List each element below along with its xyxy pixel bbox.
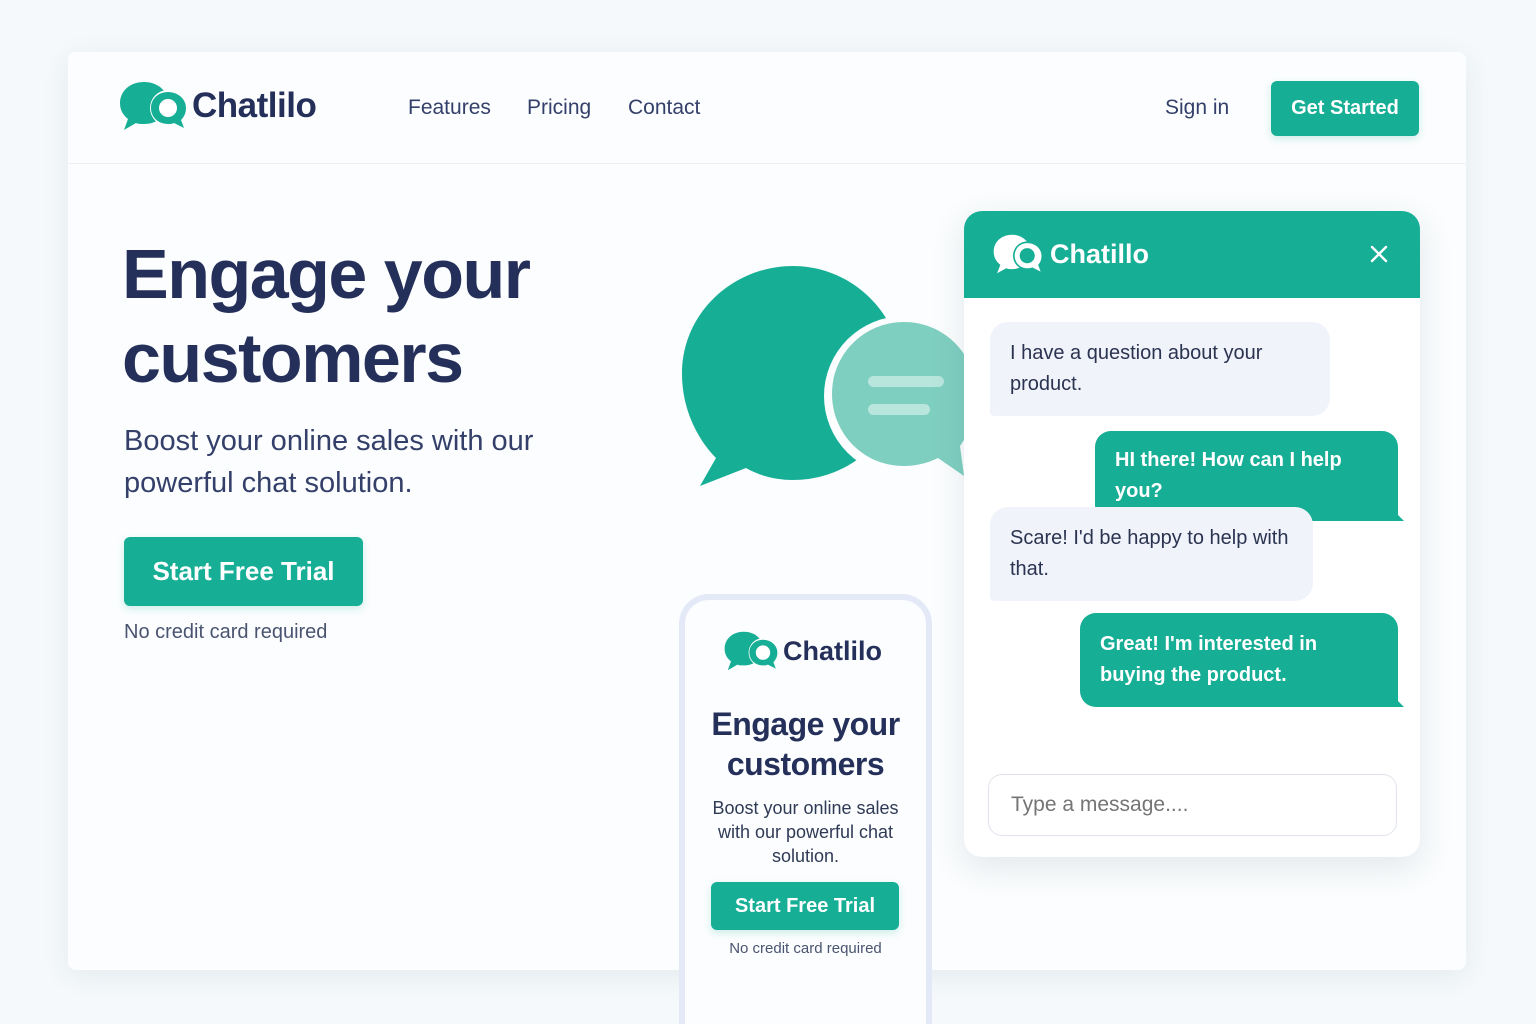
chat-logo-icon [120, 82, 186, 130]
chat-bubbles-icon [682, 266, 984, 486]
phone-hero-title: Engage your customers [711, 706, 900, 782]
start-free-trial-button[interactable]: Start Free Trial [124, 537, 363, 606]
phone-start-free-trial-button[interactable]: Start Free Trial [711, 882, 899, 930]
nav-link-features[interactable]: Features [408, 96, 491, 120]
phone-mockup: Chatlilo Engage your customers Boost you… [679, 594, 932, 1024]
brand-name: Chatlilo [192, 86, 317, 125]
nav-link-contact[interactable]: Contact [628, 96, 700, 120]
chat-widget: Chatillo I have a question about your pr… [964, 211, 1420, 857]
brand-logo[interactable]: Chatlilo [118, 80, 317, 132]
chat-logo-icon [993, 234, 1042, 274]
phone-no-credit-card-note: No credit card required [729, 940, 882, 957]
get-started-button[interactable]: Get Started [1271, 81, 1419, 136]
close-icon [1370, 245, 1388, 263]
widget-brand-name: Chatillo [1050, 238, 1149, 269]
message-input[interactable] [988, 774, 1397, 836]
no-credit-card-note: No credit card required [124, 621, 328, 643]
close-button[interactable] [1366, 241, 1392, 267]
hero-title: Engage your customers [122, 235, 531, 397]
phone-hero-subtitle: Boost your online sales with our powerfu… [712, 798, 899, 866]
phone-brand-logo: Chatlilo [723, 630, 882, 672]
chat-message-customer: Scare! I'd be happy to help with that. [990, 507, 1313, 601]
chat-bubbles-illustration [676, 262, 984, 492]
phone-brand-name: Chatlilo [783, 635, 882, 666]
nav-link-pricing[interactable]: Pricing [527, 96, 591, 120]
hero-subtitle: Boost your online sales with our powerfu… [124, 425, 534, 499]
chat-message-customer: I have a question about your product. [990, 322, 1330, 416]
widget-brand-logo: Chatillo [992, 233, 1149, 275]
chat-logo-icon [724, 631, 778, 671]
sign-in-link[interactable]: Sign in [1165, 96, 1229, 120]
chat-widget-header: Chatillo [964, 211, 1420, 298]
chat-message-agent: Great! I'm interested in buying the prod… [1080, 613, 1404, 707]
top-nav: Chatlilo Features Pricing Contact Sign i… [68, 52, 1466, 164]
